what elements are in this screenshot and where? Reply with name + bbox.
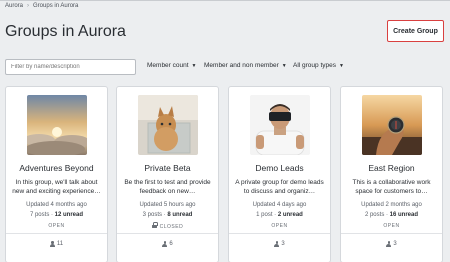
- group-description: In this group, we'll talk about new and …: [12, 179, 101, 195]
- group-name[interactable]: Private Beta: [117, 163, 218, 173]
- member-count-dropdown[interactable]: Member count ▼: [147, 62, 197, 69]
- card-divider: [6, 233, 107, 234]
- person-icon: [386, 241, 392, 247]
- dropdown-label: Member count: [147, 62, 189, 69]
- breadcrumb-root[interactable]: Aurora: [5, 3, 23, 9]
- group-stats: 3 posts · 8 unread: [142, 212, 193, 218]
- card-divider: [341, 233, 442, 234]
- group-type-dropdown[interactable]: All group types ▼: [293, 62, 344, 69]
- access-label: CLOSED: [159, 224, 184, 230]
- unread-count: 8 unread: [167, 212, 193, 218]
- member-count: 3: [341, 241, 442, 247]
- card-divider: [229, 233, 330, 234]
- dropdown-label: All group types: [293, 62, 336, 69]
- group-updated: Updated 5 hours ago: [139, 202, 196, 208]
- access-badge: CLOSED: [117, 221, 218, 230]
- person-icon: [49, 241, 55, 247]
- unread-count: 2 unread: [277, 212, 303, 218]
- group-updated: Updated 2 months ago: [361, 202, 422, 208]
- access-badge: OPEN: [383, 223, 400, 229]
- group-name[interactable]: East Region: [341, 163, 442, 173]
- group-description: This is a collaborative work space for c…: [352, 179, 431, 195]
- card-divider: [117, 233, 218, 234]
- chevron-down-icon: ▼: [339, 62, 344, 69]
- group-updated: Updated 4 days ago: [252, 202, 307, 208]
- breadcrumb-current: Groups in Aurora: [33, 3, 79, 9]
- member-count-value: 11: [56, 241, 64, 247]
- member-count: 11: [6, 241, 107, 247]
- filter-input[interactable]: [5, 59, 136, 75]
- unread-count: 16 unread: [389, 212, 419, 218]
- group-image-compass: [362, 95, 422, 155]
- page-title: Groups in Aurora: [5, 23, 126, 40]
- group-updated: Updated 4 months ago: [26, 202, 87, 208]
- post-count: 1 post: [256, 212, 273, 218]
- group-image-cat: [138, 95, 198, 155]
- post-count: 3 posts: [142, 212, 162, 218]
- group-card[interactable]: Demo Leads A private group for demo lead…: [228, 86, 331, 262]
- access-badge: OPEN: [48, 223, 65, 229]
- member-count-value: 6: [169, 241, 173, 247]
- member-count: 6: [117, 241, 218, 247]
- group-stats: 2 posts · 16 unread: [364, 212, 419, 218]
- group-card[interactable]: Private Beta Be the first to test and pr…: [116, 86, 219, 262]
- member-count: 3: [229, 241, 330, 247]
- chevron-down-icon: ▼: [191, 62, 197, 69]
- post-count: 7 posts: [29, 212, 50, 218]
- group-stats: 7 posts · 12 unread: [29, 212, 84, 218]
- group-name[interactable]: Demo Leads: [229, 163, 330, 173]
- group-description: Be the first to test and provide feedbac…: [124, 179, 211, 195]
- person-icon: [162, 241, 168, 247]
- unread-count: 12 unread: [54, 212, 84, 218]
- dropdown-label: Member and non member: [204, 62, 279, 69]
- access-badge: OPEN: [271, 223, 288, 229]
- chevron-down-icon: ▼: [281, 62, 287, 69]
- post-count: 2 posts: [364, 212, 385, 218]
- group-stats: 1 post · 2 unread: [256, 212, 303, 218]
- breadcrumb-separator: ›: [27, 3, 30, 9]
- group-description: A private group for demo leads to discus…: [235, 179, 324, 195]
- lock-icon: [151, 221, 158, 228]
- create-group-button[interactable]: Create Group: [387, 20, 444, 42]
- group-name[interactable]: Adventures Beyond: [6, 163, 107, 173]
- member-count-value: 3: [281, 241, 285, 247]
- breadcrumb: Aurora › Groups in Aurora: [5, 3, 78, 9]
- group-image-clouds: [27, 95, 87, 155]
- group-card[interactable]: East Region This is a collaborative work…: [340, 86, 443, 262]
- group-card[interactable]: Adventures Beyond In this group, we'll t…: [5, 86, 108, 262]
- group-image-vr-headset: [250, 95, 310, 155]
- membership-dropdown[interactable]: Member and non member ▼: [204, 62, 287, 69]
- app-frame: Aurora › Groups in Aurora Groups in Auro…: [0, 0, 450, 262]
- member-count-value: 3: [393, 241, 397, 247]
- person-icon: [274, 241, 280, 247]
